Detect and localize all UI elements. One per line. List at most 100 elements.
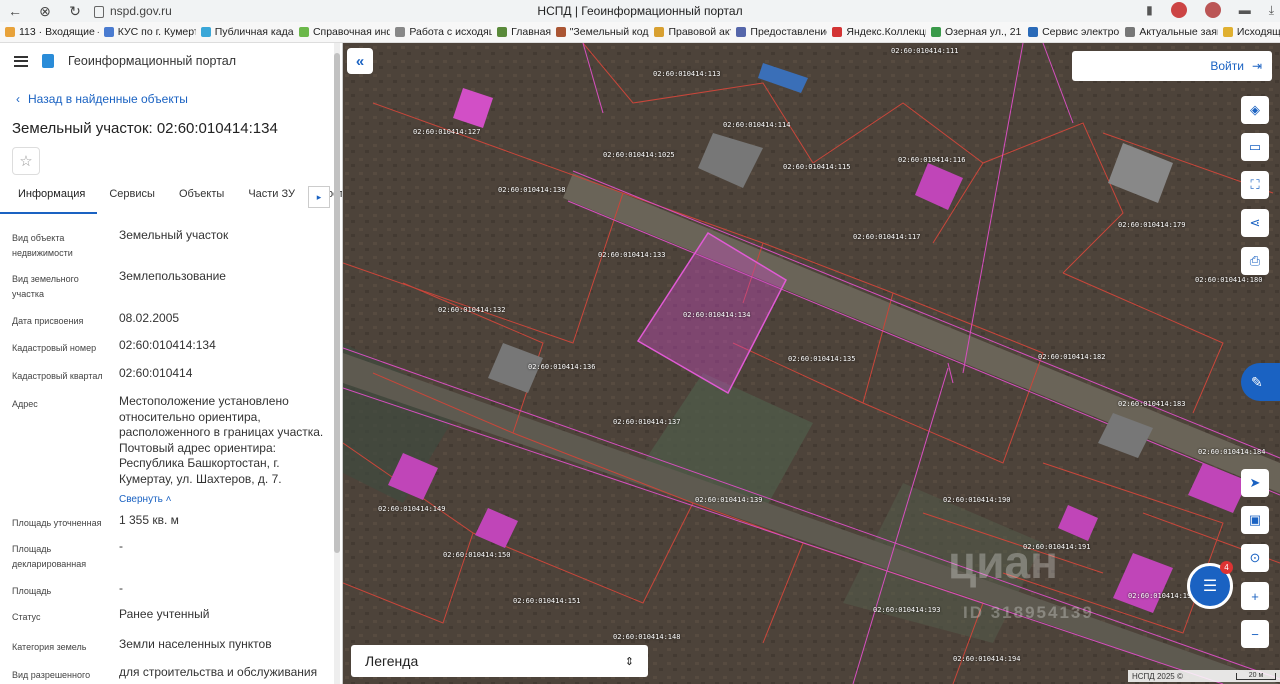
bookmark-label: Озерная ул., 21 - — [945, 26, 1024, 38]
bookmark-item[interactable]: "Земельный коде — [551, 26, 650, 38]
chat-badge: 4 — [1220, 561, 1233, 574]
watermark-id: ID 318954139 — [963, 603, 1094, 622]
bookmark-icon — [931, 27, 942, 37]
locate-arrow-icon[interactable]: ➤ — [1241, 469, 1269, 497]
tab-objects[interactable]: Объекты — [167, 188, 236, 214]
bookmark-icon — [1125, 27, 1136, 37]
parcel-label[interactable]: 02:60:010414:115 — [783, 163, 850, 171]
parcel-label[interactable]: 02:60:010414:136 — [528, 363, 595, 371]
legend-dropdown[interactable]: Легенда ⇕ — [351, 645, 648, 677]
bookmark-item[interactable]: Сервис электрон — [1023, 26, 1120, 38]
bookmark-item[interactable]: Правовой акт — [649, 26, 731, 38]
parcel-label[interactable]: 02:60:010414:179 — [1118, 221, 1185, 229]
parcel-label[interactable]: 02:60:010414:134 — [683, 311, 750, 319]
property-value: 1 355 кв. м — [119, 513, 179, 527]
bookmark-item[interactable]: Публичная кадас — [196, 26, 294, 38]
bookmark-item[interactable]: КУС по г. Кумерт. — [99, 26, 196, 38]
back-arrow-icon[interactable]: ← — [0, 3, 30, 19]
bookmark-item[interactable]: 113 · Входящие – — [0, 26, 99, 38]
parcel-label[interactable]: 02:60:010414:137 — [613, 418, 680, 426]
chevron-up-icon: ˄ — [162, 494, 172, 505]
tab-services[interactable]: Сервисы — [97, 188, 167, 214]
bookmark-item[interactable]: Справочная инф — [294, 26, 390, 38]
object-title: Земельный участок: 02:60:010414:134 — [12, 120, 278, 137]
bookmark-label: КУС по г. Кумерт. — [117, 26, 196, 38]
parcel-label[interactable]: 02:60:010414:192 — [1128, 592, 1195, 600]
zoom-in-button[interactable]: + — [1241, 582, 1269, 610]
parcel-label[interactable]: 02:60:010414:127 — [413, 128, 480, 136]
feedback-tab[interactable]: ✎ — [1241, 363, 1280, 401]
menu-icon[interactable]: ▬ — [1239, 3, 1251, 17]
parcel-label[interactable]: 02:60:010414:149 — [378, 505, 445, 513]
collapse-link[interactable]: Свернуть ˄ — [119, 494, 171, 505]
parcel-label[interactable]: 02:60:010414:116 — [898, 156, 965, 164]
forward-arrow-icon[interactable]: ⊗ — [30, 3, 60, 20]
parcel-label[interactable]: 02:60:010414:182 — [1038, 353, 1105, 361]
bookmark-item[interactable]: Исходящ — [1218, 26, 1280, 38]
reload-icon[interactable]: ↻ — [60, 3, 90, 20]
bookmark-item[interactable]: Актуальные заяв — [1120, 26, 1218, 38]
extension-icon[interactable] — [1204, 2, 1221, 18]
menu-icon[interactable] — [14, 55, 28, 67]
bookmark-item[interactable]: Озерная ул., 21 - — [926, 26, 1023, 38]
property-label: Статус — [12, 612, 41, 622]
login-button[interactable]: Войти ⇥ — [1072, 51, 1272, 81]
portal-logo-icon — [42, 54, 54, 68]
parcel-label[interactable]: 02:60:010414:135 — [788, 355, 855, 363]
parcel-label[interactable]: 02:60:010414:193 — [873, 606, 940, 614]
parcel-label[interactable]: 02:60:010414:148 — [613, 633, 680, 641]
parcel-label[interactable]: 02:60:010414:138 — [498, 186, 565, 194]
parcel-label[interactable]: 02:60:010414:111 — [891, 47, 958, 55]
favorite-star-icon[interactable]: ☆ — [12, 147, 40, 175]
parcel-label[interactable]: 02:60:010414:113 — [653, 70, 720, 78]
bookmark-label: Работа с исходящ — [409, 26, 493, 38]
extension-icon[interactable] — [1170, 2, 1187, 18]
bookmark-icon[interactable]: ▮ — [1146, 3, 1153, 17]
parcel-label[interactable]: 02:60:010414:180 — [1195, 276, 1262, 284]
address-bar[interactable]: nspd.gov.ru — [94, 4, 172, 18]
bookmark-label: Главная — [511, 26, 551, 38]
parcel-label[interactable]: 02:60:010414:190 — [943, 496, 1010, 504]
parcel-label[interactable]: 02:60:010414:183 — [1118, 400, 1185, 408]
parcel-label[interactable]: 02:60:010414:139 — [695, 496, 762, 504]
bookmark-icon — [736, 27, 747, 37]
parcel-label[interactable]: 02:60:010414:150 — [443, 551, 510, 559]
parcel-label[interactable]: 02:60:010414:114 — [723, 121, 790, 129]
parcel-label[interactable]: 02:60:010414:132 — [438, 306, 505, 314]
legend-label: Легенда — [365, 653, 419, 669]
parcel-label[interactable]: 02:60:010414:1025 — [603, 151, 675, 159]
bookmark-label: Публичная кадас — [214, 26, 294, 38]
bookmark-item[interactable]: Работа с исходящ — [390, 26, 492, 38]
parcel-label[interactable]: 02:60:010414:194 — [953, 655, 1020, 663]
property-label: Вид объекта недвижимости — [12, 233, 73, 258]
collapse-panel-button[interactable]: « — [347, 48, 373, 74]
bookmark-item[interactable]: Предоставление — [731, 26, 827, 38]
info-panel: Геоинформационный портал ‹ Назад в найде… — [0, 43, 343, 684]
zoom-out-button[interactable]: − — [1241, 620, 1269, 648]
url-text[interactable]: nspd.gov.ru — [110, 4, 172, 18]
ruler-icon[interactable]: ▭ — [1241, 133, 1269, 161]
tab-information[interactable]: Информация — [0, 188, 98, 214]
bookmarks-bar: 113 · Входящие – КУС по г. Кумерт. Публичн… — [0, 22, 1280, 43]
print-icon[interactable]: ⎙ — [1241, 247, 1269, 275]
back-link[interactable]: ‹ Назад в найденные объекты — [16, 92, 188, 106]
tab-parts[interactable]: Части ЗУ — [236, 188, 307, 214]
map-view[interactable]: 02:60:010414:134 02:60:010414:133 02:60:01… — [343, 43, 1280, 684]
parcel-label[interactable]: 02:60:010414:151 — [513, 597, 580, 605]
select-area-icon[interactable]: ⛶ — [1241, 171, 1269, 199]
minimap-icon[interactable]: ▣ — [1241, 506, 1269, 534]
bookmark-label: "Земельный коде — [569, 26, 650, 38]
satellite-map[interactable] — [343, 43, 1280, 684]
panel-scrollbar[interactable] — [334, 43, 340, 684]
layers-icon[interactable]: ◈ — [1241, 96, 1269, 124]
parcel-label[interactable]: 02:60:010414:133 — [598, 251, 665, 259]
location-pin-icon[interactable]: ⊙ — [1241, 544, 1269, 572]
share-icon[interactable]: ⋖ — [1241, 209, 1269, 237]
collapse-label: Свернуть — [119, 494, 163, 505]
bookmark-item[interactable]: Яндекс.Коллекци — [827, 26, 926, 38]
parcel-label[interactable]: 02:60:010414:117 — [853, 233, 920, 241]
parcel-label[interactable]: 02:60:010414:184 — [1198, 448, 1265, 456]
tabs-next-icon[interactable]: ▸ — [308, 186, 330, 208]
download-icon[interactable]: ⤓ — [1269, 3, 1274, 18]
bookmark-item[interactable]: Главная — [492, 26, 551, 38]
